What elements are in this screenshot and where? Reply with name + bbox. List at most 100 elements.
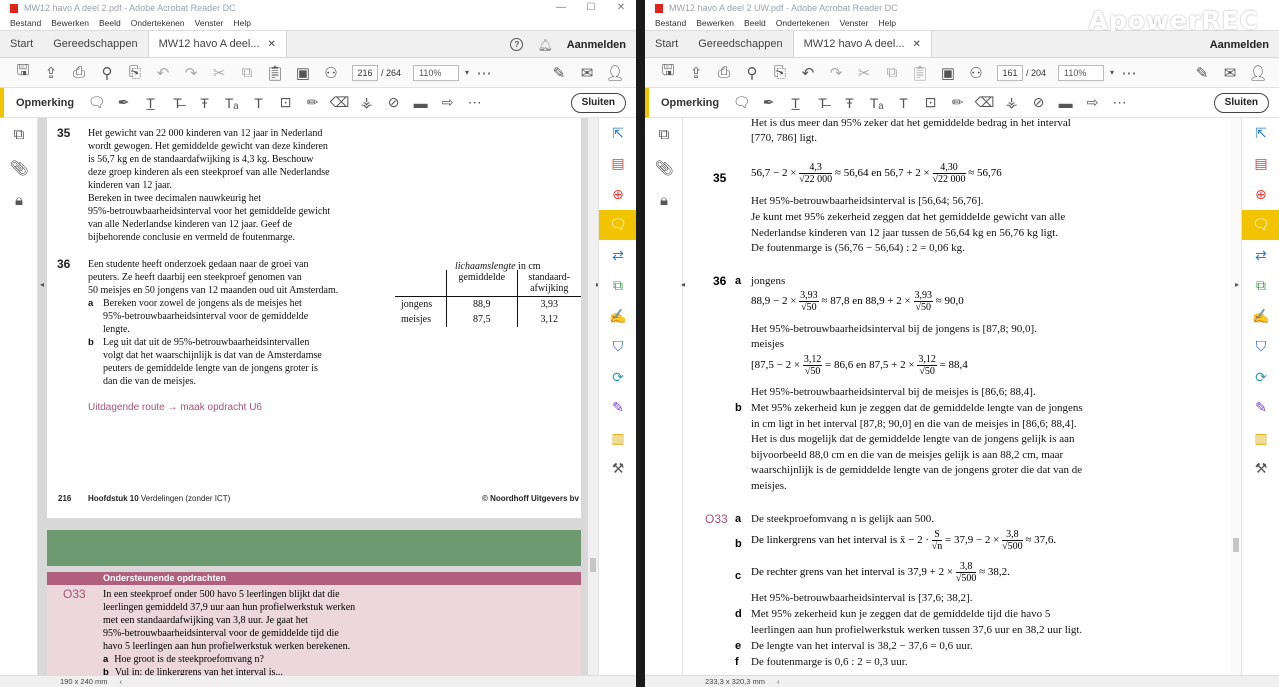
tab-document[interactable]: MW12 havo A deel... ✕ [792,31,932,57]
request-signature-icon[interactable]: ✎ [599,393,636,424]
cut-icon[interactable]: ✂ [851,61,877,85]
request-signature-icon[interactable]: ✎ [1242,393,1279,424]
undo-icon[interactable]: ↶ [150,61,176,85]
copy-icon[interactable]: ⧉ [234,61,260,85]
undo-icon[interactable]: ↶ [795,61,821,85]
menu-bestand[interactable]: Bestand [10,18,41,28]
edit-pdf-icon[interactable]: ▥ [1242,423,1279,454]
help-icon[interactable]: ? [510,38,524,51]
tab-tools[interactable]: Gereedschappen [43,31,147,57]
attachments-icon[interactable]: 📎︎ [645,151,683,184]
search-icon[interactable]: ⚲ [94,61,120,85]
underline-text-icon[interactable]: T̲ [138,91,163,115]
chevron-down-icon[interactable]: ▾ [1110,68,1114,77]
zoom-select[interactable]: 110% [1058,64,1105,81]
print-icon[interactable]: ⎙ [66,61,92,85]
sticky-note-icon[interactable]: 🗨︎ [729,91,754,115]
snapshot-icon[interactable]: ▣ [290,61,316,85]
export-icon[interactable]: ⎘ [122,61,148,85]
pencil-icon[interactable]: ✏ [945,91,970,115]
attach-icon[interactable]: ⊘ [381,91,406,115]
print-icon[interactable]: ⎙ [711,61,737,85]
comment-tool-icon[interactable]: 🗨︎ [1242,209,1279,240]
highlight-icon[interactable]: ✒ [756,91,781,115]
export-pdf-icon[interactable]: ⇱ [599,118,636,149]
sign-icon[interactable]: ✎ [1189,61,1215,85]
maximize-icon[interactable]: ☐ [576,0,606,16]
organize-pages-icon[interactable]: ▤ [1242,149,1279,180]
close-comment-button[interactable]: Sluiten [1213,93,1269,113]
page-number-input[interactable]: 216 [352,64,378,81]
minimize-icon[interactable]: — [546,0,576,16]
document-viewer[interactable]: Het is dus meer dan 95% zeker dat het ge… [683,117,1241,675]
menu-venster[interactable]: Venster [840,18,869,28]
vertical-scrollbar[interactable] [1231,118,1241,675]
close-comment-button[interactable]: Sluiten [570,93,626,113]
clipboard-icon[interactable]: 📋︎ [907,61,933,85]
bell-icon[interactable]: 🔔︎ [537,38,552,52]
insert-text-icon[interactable]: Tₐ [864,91,889,115]
sign-icon[interactable]: ✎ [546,61,572,85]
strikethrough-icon[interactable]: T̶ [810,91,835,115]
combine-files-icon[interactable]: ⇄ [1242,240,1279,271]
export-pdf-icon[interactable]: ⇱ [1242,118,1279,149]
menu-venster[interactable]: Venster [195,18,224,28]
save-icon[interactable]: 🖫 [10,61,36,85]
insert-text-icon[interactable]: Tₐ [219,91,244,115]
fill-sign-icon[interactable]: ✍ [599,301,636,332]
attachments-icon[interactable]: 📎︎ [0,151,38,184]
upload-icon[interactable]: ⇪ [683,61,709,85]
more-icon[interactable]: ⋯ [471,61,497,85]
scrollbar-thumb[interactable] [590,558,596,572]
stamp-icon[interactable]: ⚶ [354,91,379,115]
mail-icon[interactable]: ✉ [574,61,600,85]
document-viewer[interactable]: 35 Het gewicht van 22 000 kinderen van 1… [38,118,598,678]
clipboard-icon[interactable]: 📋︎ [262,61,288,85]
login-button[interactable]: Aanmelden [567,39,626,51]
more-tools-icon[interactable]: ⋯ [1107,91,1132,115]
send-icon[interactable]: ⟳ [1242,362,1279,393]
arrow-icon[interactable]: ⇨ [435,91,460,115]
send-icon[interactable]: ⟳ [599,362,636,393]
tab-close-icon[interactable]: ✕ [913,39,921,50]
tab-close-icon[interactable]: ✕ [268,39,276,50]
export-icon[interactable]: ⎘ [767,61,793,85]
binoculars-icon[interactable]: ⚇ [963,61,989,85]
pages-thumbnail-icon[interactable]: ⧉ [645,118,683,151]
add-text-icon[interactable]: T [891,91,916,115]
tab-tools[interactable]: Gereedschappen [688,31,792,57]
scroll-left-icon[interactable]: ‹ [120,677,123,686]
next-page-arrow[interactable]: ▸ [1235,280,1239,289]
copy-icon[interactable]: ⧉ [879,61,905,85]
menu-bestand[interactable]: Bestand [655,18,686,28]
more-tools-icon[interactable]: ⚒ [599,454,636,485]
previous-page-arrow[interactable]: ◂ [40,280,44,289]
previous-page-arrow[interactable]: ◂ [681,280,685,289]
menu-beeld[interactable]: Beeld [99,18,121,28]
redo-icon[interactable]: ↷ [178,61,204,85]
eraser-icon[interactable]: ⌫ [327,91,352,115]
menu-ondertekenen[interactable]: Ondertekenen [131,18,185,28]
page-number-input[interactable]: 161 [997,64,1023,81]
fill-sign-icon[interactable]: ✍ [1242,301,1279,332]
protect-icon[interactable]: ⛉ [599,332,636,363]
tab-start[interactable]: Start [0,31,43,57]
menu-help[interactable]: Help [878,18,895,28]
compress-icon[interactable]: ⧉ [599,271,636,302]
organize-pages-icon[interactable]: ▤ [599,149,636,180]
menu-help[interactable]: Help [233,18,250,28]
create-pdf-icon[interactable]: ⊕ [599,179,636,210]
menu-bewerken[interactable]: Bewerken [696,18,734,28]
vertical-scrollbar[interactable] [588,118,598,675]
stamp-icon[interactable]: ⚶ [999,91,1024,115]
line-icon[interactable]: ▬ [1053,91,1078,115]
redo-icon[interactable]: ↷ [823,61,849,85]
binoculars-icon[interactable]: ⚇ [318,61,344,85]
upload-icon[interactable]: ⇪ [38,61,64,85]
tab-start[interactable]: Start [645,31,688,57]
text-box-icon[interactable]: ⊡ [273,91,298,115]
line-icon[interactable]: ▬ [408,91,433,115]
arrow-icon[interactable]: ⇨ [1080,91,1105,115]
scroll-left-icon[interactable]: ‹ [777,677,780,686]
mail-icon[interactable]: ✉ [1217,61,1243,85]
